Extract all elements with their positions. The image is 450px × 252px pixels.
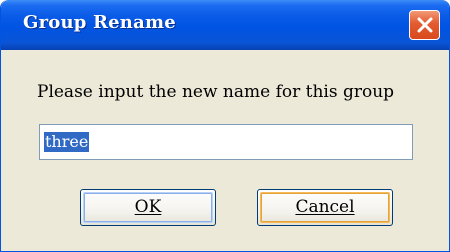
dialog-title: Group Rename: [23, 12, 176, 33]
group-name-value: three: [44, 132, 90, 152]
close-button[interactable]: [409, 10, 440, 40]
cancel-button-label: Cancel: [295, 197, 355, 217]
dialog-body: Please input the new name for this group…: [1, 50, 449, 251]
rename-prompt: Please input the new name for this group: [37, 82, 395, 102]
title-bar[interactable]: Group Rename: [1, 0, 449, 50]
ok-button[interactable]: OK: [80, 189, 216, 226]
group-rename-dialog: Group Rename Please input the new name f…: [0, 0, 450, 252]
group-name-input[interactable]: three: [39, 124, 413, 160]
close-icon: [417, 17, 433, 33]
cancel-button[interactable]: Cancel: [257, 189, 393, 226]
ok-button-label: OK: [134, 197, 162, 217]
